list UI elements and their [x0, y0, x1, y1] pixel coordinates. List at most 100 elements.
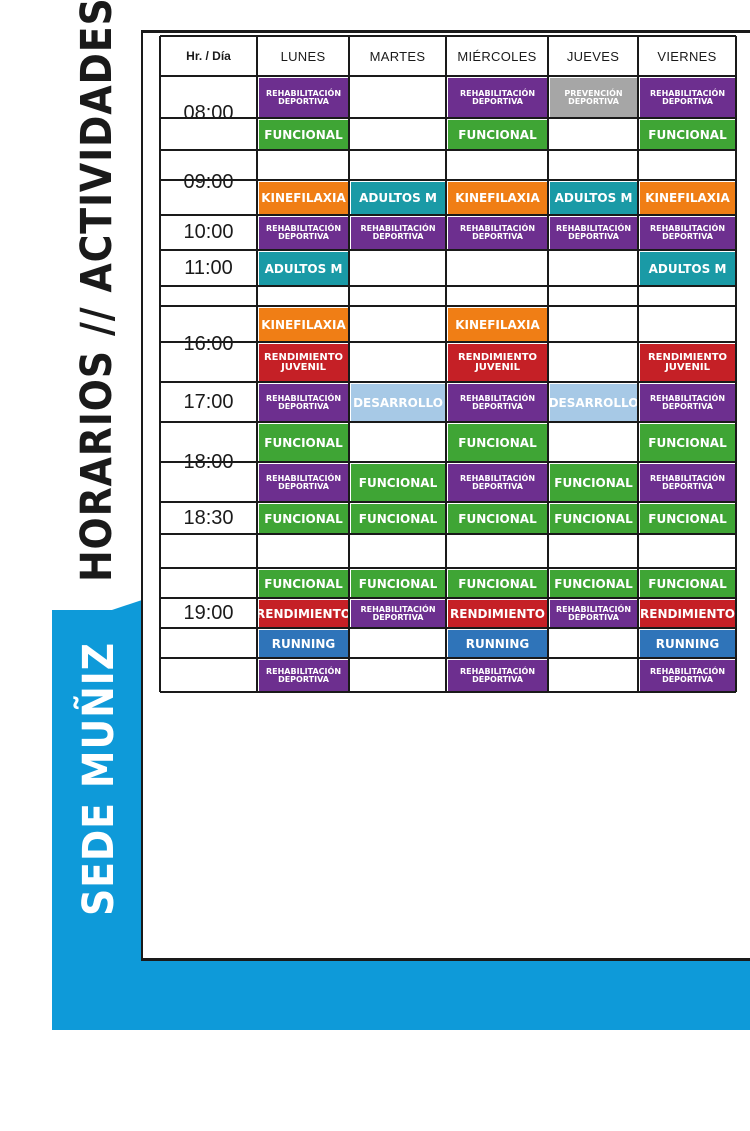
activity-cell: REHABILITACIÓN DEPORTIVA	[550, 217, 637, 249]
activity-cell: REHABILITACIÓN DEPORTIVA	[259, 384, 348, 421]
row-line	[160, 75, 736, 77]
time-label: 11:00	[184, 256, 233, 279]
time-label: 09:00	[183, 171, 234, 193]
row-line	[160, 567, 736, 569]
column-line	[256, 36, 258, 692]
row-line	[160, 461, 736, 463]
activity-cell: FUNCIONAL	[448, 120, 547, 149]
activity-cell: REHABILITACIÓN DEPORTIVA	[640, 384, 735, 421]
row-line	[160, 501, 736, 503]
row-line	[160, 214, 736, 216]
row-line	[160, 117, 736, 119]
column-line	[547, 36, 549, 692]
activity-cell: ADULTOS M	[550, 182, 637, 214]
activity-cell: FUNCIONAL	[448, 504, 547, 533]
activity-cell: FUNCIONAL	[259, 504, 348, 533]
row-line	[160, 305, 736, 307]
activity-cell: FUNCIONAL	[351, 464, 445, 501]
activity-cell: REHABILITACIÓN DEPORTIVA	[259, 660, 348, 691]
activity-cell: KINEFILAXIA	[640, 182, 735, 214]
activity-cell: KINEFILAXIA	[448, 308, 547, 341]
time-label: 08:00	[183, 101, 234, 124]
activity-cell: REHABILITACIÓN DEPORTIVA	[640, 660, 735, 691]
activity-cell: REHABILITACIÓN DEPORTIVA	[259, 217, 348, 249]
activity-cell: KINEFILAXIA	[448, 182, 547, 214]
activity-cell: FUNCIONAL	[448, 570, 547, 597]
column-line	[445, 36, 447, 692]
header-day-viernes: VIERNES	[657, 48, 717, 64]
row-line	[160, 657, 736, 659]
header-day-miércoles: MIÉRCOLES	[457, 48, 537, 64]
activity-cell: FUNCIONAL	[351, 504, 445, 533]
row-line	[160, 381, 736, 383]
row-line	[160, 179, 736, 181]
activity-cell: REHABILITACIÓN DEPORTIVA	[640, 464, 735, 501]
time-label: 16:00	[183, 332, 234, 355]
row-line	[160, 249, 736, 251]
activity-cell: RENDIMIENTO	[640, 600, 735, 627]
time-label: 17:00	[183, 390, 234, 413]
activity-cell: REHABILITACIÓN DEPORTIVA	[448, 464, 547, 501]
header-day-lunes: LUNES	[280, 48, 326, 64]
activity-cell: FUNCIONAL	[640, 504, 735, 533]
activity-cell: ADULTOS M	[259, 252, 348, 285]
activity-cell: REHABILITACIÓN DEPORTIVA	[259, 78, 348, 117]
activity-cell: DESARROLLO	[550, 384, 637, 421]
column-line	[159, 36, 161, 692]
activity-cell: REHABILITACIÓN DEPORTIVA	[448, 217, 547, 249]
activity-cell: FUNCIONAL	[259, 120, 348, 149]
activity-cell: RENDIMIENTO JUVENIL	[259, 344, 348, 381]
time-label: 10:00	[183, 221, 234, 243]
row-line	[160, 691, 736, 693]
row-line	[160, 597, 736, 599]
activity-cell: PREVENCIÓN DEPORTIVA	[550, 78, 637, 117]
header-day-jueves: JUEVES	[566, 48, 620, 64]
activity-cell: FUNCIONAL	[259, 424, 348, 461]
row-line	[160, 627, 736, 629]
activity-cell: ADULTOS M	[351, 182, 445, 214]
activity-cell: FUNCIONAL	[640, 120, 735, 149]
activity-cell: RUNNING	[259, 630, 348, 657]
activity-cell: REHABILITACIÓN DEPORTIVA	[351, 217, 445, 249]
row-line	[160, 533, 736, 535]
activity-cell: ADULTOS M	[640, 252, 735, 285]
activity-cell: RENDIMIENTO	[259, 600, 348, 627]
activity-cell: REHABILITACIÓN DEPORTIVA	[448, 660, 547, 691]
activity-cell: KINEFILAXIA	[259, 308, 348, 341]
activity-cell: KINEFILAXIA	[259, 182, 348, 214]
activity-cell: RENDIMIENTO JUVENIL	[448, 344, 547, 381]
activity-cell: REHABILITACIÓN DEPORTIVA	[640, 78, 735, 117]
time-label: 18:30	[183, 506, 234, 529]
activity-cell: FUNCIONAL	[259, 570, 348, 597]
activity-cell: REHABILITACIÓN DEPORTIVA	[448, 78, 547, 117]
activity-cell: RENDIMIENTO JUVENIL	[640, 344, 735, 381]
activity-cell: FUNCIONAL	[640, 424, 735, 461]
row-line	[160, 341, 736, 343]
activity-cell: REHABILITACIÓN DEPORTIVA	[550, 600, 637, 627]
column-line	[348, 36, 350, 692]
time-label: 19:00	[183, 601, 234, 624]
row-line	[160, 285, 736, 287]
activity-cell: RUNNING	[448, 630, 547, 657]
activity-cell: REHABILITACIÓN DEPORTIVA	[259, 464, 348, 501]
activity-cell: RUNNING	[640, 630, 735, 657]
activity-cell: REHABILITACIÓN DEPORTIVA	[351, 600, 445, 627]
activity-cell: REHABILITACIÓN DEPORTIVA	[448, 384, 547, 421]
row-line	[160, 149, 736, 151]
header-corner: Hr. / Día	[186, 49, 231, 63]
schedule-poster: HORARIOS // ACTIVIDADES SEDE MUÑIZ Hr. /…	[0, 0, 750, 1131]
header-day-martes: MARTES	[369, 48, 426, 64]
header-top-line	[160, 35, 736, 37]
activity-cell: DESARROLLO	[351, 384, 445, 421]
column-line	[735, 36, 737, 692]
activity-cell: FUNCIONAL	[351, 570, 445, 597]
row-line	[160, 421, 736, 423]
activity-cell: FUNCIONAL	[640, 570, 735, 597]
activity-cell: FUNCIONAL	[550, 464, 637, 501]
activity-cell: FUNCIONAL	[550, 504, 637, 533]
column-line	[637, 36, 639, 692]
activity-cell: RENDIMIENTO	[448, 600, 547, 627]
activity-cell: FUNCIONAL	[448, 424, 547, 461]
schedule-table: Hr. / Día LUNES MARTES MIÉRCOLES JUEVES VIERN…	[0, 0, 750, 700]
activity-cell: FUNCIONAL	[550, 570, 637, 597]
